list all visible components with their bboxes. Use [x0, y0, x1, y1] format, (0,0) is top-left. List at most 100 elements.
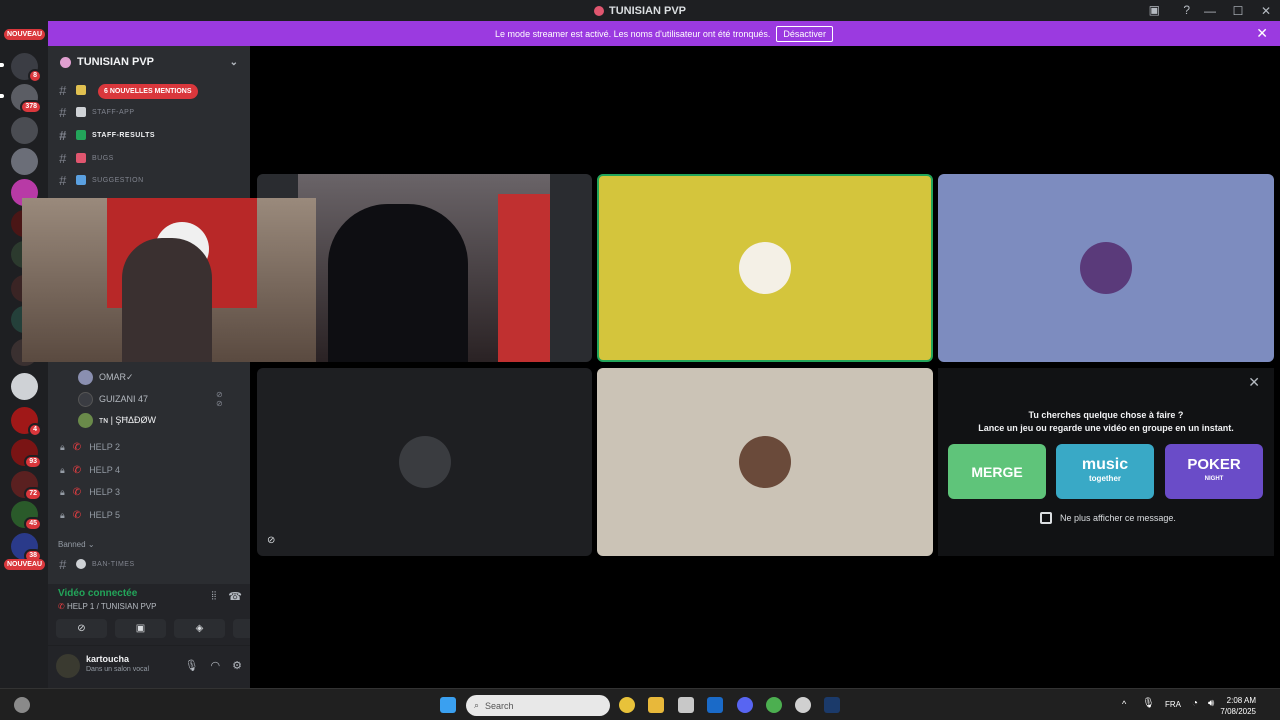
server-icon[interactable]: 378 [11, 84, 42, 114]
headphones-icon[interactable]: ◠ [211, 659, 221, 672]
clock-icon [76, 559, 86, 569]
banner-close-icon[interactable]: ✕ [1256, 25, 1268, 42]
guild-header[interactable]: TUNISIAN PVP ⌄ [48, 46, 250, 78]
server-icon[interactable] [11, 148, 38, 175]
chevron-down-icon[interactable]: ⌄ [230, 57, 238, 68]
channel-bugs[interactable]: # BUGS [56, 148, 114, 168]
close-icon[interactable]: ✕ [1248, 374, 1260, 391]
disable-streamer-button[interactable]: Désactiver [776, 25, 833, 42]
steam-icon[interactable] [824, 697, 840, 713]
chrome-icon[interactable] [619, 697, 635, 713]
activity-poker-night[interactable]: POKER NIGHT [1165, 444, 1263, 499]
wifi-icon[interactable]: ◔ [1192, 698, 1198, 709]
chair-background [498, 194, 550, 362]
guild-icon [60, 56, 71, 68]
input-language[interactable]: FRA [1165, 700, 1181, 709]
phone-icon: ✆ [58, 602, 65, 611]
activity-prompt: Tu cherches quelque chose à faire ? [1028, 410, 1184, 420]
title-bar: TUNISIAN PVP ▣ ? — ☐ ✕ [0, 0, 1280, 21]
mic-tray-icon[interactable]: 🎙︎ [1142, 698, 1155, 709]
new-mentions-pill[interactable]: 6 NOUVELLES MENTIONS [98, 84, 198, 99]
dont-show-again[interactable]: Ne plus afficher ce message. [1040, 512, 1176, 524]
window-title-text: TUNISIAN PVP [608, 4, 686, 17]
checkbox-label: Ne plus afficher ce message. [1060, 513, 1176, 523]
volume-icon[interactable]: 🔊︎ [1208, 698, 1214, 709]
voice-channel-help-3[interactable]: 🔒︎ ✆ HELP 3 [60, 482, 120, 502]
widgets-icon[interactable] [14, 697, 30, 713]
outlook-icon[interactable] [707, 697, 723, 713]
help-icon[interactable]: ? [1183, 3, 1190, 17]
minimize-icon[interactable]: — [1196, 4, 1224, 18]
server-badge: 72 [24, 487, 42, 501]
windows-start-icon[interactable] [440, 697, 456, 713]
chrome-alt-icon[interactable] [766, 697, 782, 713]
new-badge[interactable]: NOUVEAU [4, 559, 46, 570]
app-icon[interactable] [795, 697, 811, 713]
activity-label: music [1081, 455, 1129, 473]
hash-icon: # [59, 172, 67, 188]
avatar[interactable] [56, 654, 80, 678]
server-icon[interactable]: 38 [11, 533, 42, 563]
channel-ban-times[interactable]: # BAN-TIMES [56, 554, 135, 574]
share-screen-button[interactable]: ▣ [115, 619, 166, 638]
avatar [398, 436, 451, 488]
voice-channel-name: HELP 1 / TUNISIAN PVP [66, 602, 157, 611]
video-feed [298, 174, 550, 362]
avatar [739, 242, 791, 294]
channel-hidden[interactable]: # [56, 80, 86, 100]
webcam-overlay[interactable] [22, 198, 316, 362]
settings-gear-icon[interactable]: ⚙ [232, 659, 242, 672]
voice-channel-label: HELP 4 [89, 465, 121, 475]
close-window-icon[interactable]: ✕ [1252, 4, 1280, 18]
store-icon[interactable] [678, 697, 694, 713]
voice-channel-help-5[interactable]: 🔒︎ ✆ HELP 5 [60, 505, 120, 525]
participant-tile[interactable]: ⊘ [257, 368, 592, 556]
channel-label: BUGS [92, 154, 114, 162]
file-explorer-icon[interactable] [648, 697, 664, 713]
participant-tile[interactable] [597, 174, 933, 362]
taskbar-search[interactable]: ⌕ Search [466, 695, 610, 716]
inbox-icon[interactable]: ▣ [1149, 3, 1160, 17]
activities-button[interactable]: ◈ [174, 619, 225, 638]
voice-channel-help-4[interactable]: 🔒︎ ✆ HELP 4 [60, 460, 120, 480]
clock[interactable]: 2:08 AM 7/08/2025 [1220, 695, 1256, 717]
server-icon[interactable]: 8 [11, 53, 42, 83]
participant-tile[interactable] [938, 174, 1274, 362]
microphone-icon[interactable]: 🎙︎ [185, 659, 199, 672]
voice-channel-link[interactable]: ✆ HELP 1 / TUNISIAN PVP [58, 602, 156, 611]
activity-merge-game[interactable]: MERGE [948, 444, 1046, 499]
activity-music-together[interactable]: music together [1056, 444, 1154, 499]
clock-time: 2:08 AM [1226, 696, 1256, 705]
avatar [78, 369, 93, 385]
lock-icon: 🔒︎ [60, 464, 65, 475]
voice-user[interactable]: OMAR✓ [78, 368, 134, 386]
new-badge[interactable]: NOUVEAU [4, 29, 46, 40]
voice-channel-help-2[interactable]: 🔒︎ ✆ HELP 2 [60, 437, 120, 457]
checkbox[interactable] [1040, 512, 1052, 524]
guild-name: TUNISIAN PVP [77, 56, 155, 68]
server-icon[interactable]: 45 [11, 501, 42, 531]
category-banned[interactable]: Banned ⌄ [58, 540, 95, 549]
voice-user[interactable]: ᴛɴ | ŞĦΔÐØW [78, 411, 156, 429]
maximize-icon[interactable]: ☐ [1224, 4, 1252, 18]
discord-icon[interactable] [737, 697, 753, 713]
noise-suppression-icon[interactable]: ⦙⦙ [211, 590, 216, 603]
channel-staff-results[interactable]: # STAFF-RESULTS [56, 125, 155, 145]
camera-off-icon: ⊘ [267, 535, 276, 546]
server-icon[interactable] [11, 373, 38, 400]
voice-user[interactable]: GUIZANI 47 ⊘ ⊘ [78, 390, 223, 408]
channel-staff-app[interactable]: # STAFF-APP [56, 102, 134, 122]
person-silhouette [122, 238, 212, 362]
camera-off-button[interactable]: ⊘ [56, 619, 107, 638]
window-controls: — ☐ ✕ [1196, 0, 1280, 21]
server-icon[interactable] [11, 117, 38, 144]
server-icon[interactable]: 93 [11, 439, 42, 469]
participant-tile[interactable] [597, 368, 933, 556]
channel-label: STAFF-RESULTS [92, 131, 156, 139]
server-icon[interactable]: 4 [11, 407, 42, 437]
channel-suggestion[interactable]: # SUGGESTION [56, 170, 144, 190]
tray-expand-icon[interactable]: ^ [1122, 699, 1126, 709]
gamepad-icon: ◈ [195, 623, 204, 634]
server-icon[interactable]: 72 [11, 471, 42, 501]
disconnect-icon[interactable]: ☎ [228, 590, 242, 603]
